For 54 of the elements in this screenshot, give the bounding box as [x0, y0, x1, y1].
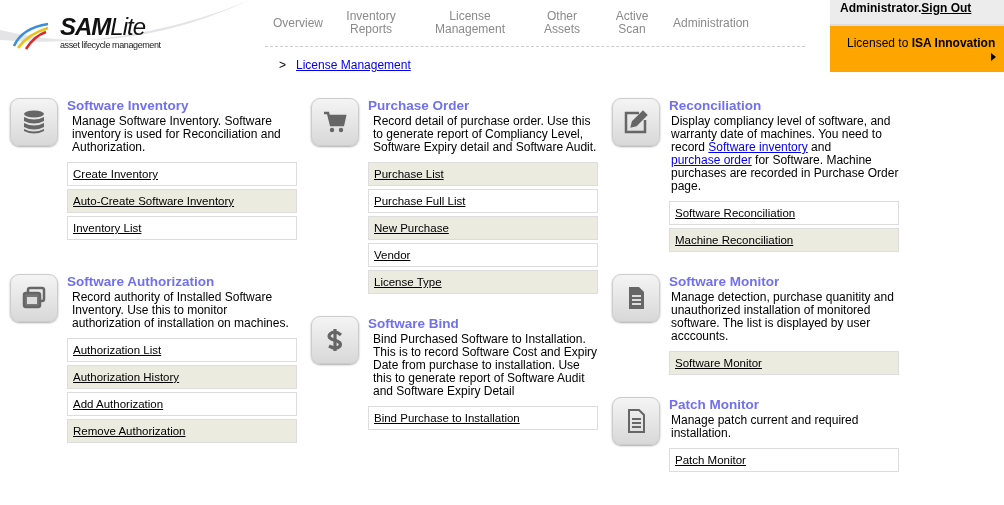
section-description: Manage Software Inventory. Software inventory is used for Reconciliation and Authorization.: [72, 115, 282, 154]
section-title: Reconciliation: [669, 98, 763, 114]
nav-link[interactable]: License Management: [427, 10, 513, 36]
menu-link[interactable]: License Type: [368, 270, 598, 294]
sign-out-link[interactable]: Sign Out: [921, 1, 972, 15]
menu-link[interactable]: Machine Reconciliation: [669, 228, 899, 252]
section-description: Record authority of Installed Software Inventory. Use this to monitor authorization of installation on machines.: [72, 291, 290, 330]
user-name: Administrator.: [840, 1, 922, 15]
section-title: Patch Monitor: [669, 397, 760, 413]
cart-icon: [311, 98, 359, 146]
section-description: Manage detection, purchase quanitity and unauthorized installation of monitored software. The list is displayed by user acccounts.: [671, 291, 895, 343]
logo-tagline: asset lifecycle management: [60, 40, 161, 50]
menu-link[interactable]: Software Reconciliation: [669, 201, 899, 225]
menu-link[interactable]: Add Authorization: [67, 392, 297, 416]
section-title: Software Inventory: [67, 98, 190, 114]
menu-link[interactable]: Bind Purchase to Installation: [368, 406, 598, 430]
license-text: Licensed to ISA Innovation: [847, 36, 996, 50]
inline-link[interactable]: purchase order: [671, 153, 752, 167]
section-title: Purchase Order: [368, 98, 471, 114]
menu-link[interactable]: Authorization History: [67, 365, 297, 389]
menu-link[interactable]: New Purchase: [368, 216, 598, 240]
nav-link[interactable]: Overview: [273, 16, 323, 30]
dollar-icon: [311, 316, 359, 364]
section-description: Manage patch current and required installation.: [671, 414, 860, 440]
page-icon: [612, 397, 660, 445]
menu-link[interactable]: Authorization List: [67, 338, 297, 362]
menu-link[interactable]: Remove Authorization: [67, 419, 297, 443]
database-icon: [10, 98, 58, 146]
menu-link[interactable]: Create Inventory: [67, 162, 297, 186]
menu-link[interactable]: Inventory List: [67, 216, 297, 240]
section-title: Software Monitor: [669, 274, 781, 290]
section-title: Software Bind: [368, 316, 460, 332]
breadcrumb-separator: >: [279, 58, 286, 72]
section-description: Display compliancy level of software, and warranty date of machines. You need to record Software inventory and purchase order for Software. Machine purchases are recorded in Purchase Order page.: [671, 115, 900, 193]
windows-icon: [10, 274, 58, 322]
menu-link[interactable]: Purchase List: [368, 162, 598, 186]
logo-wordmark: SAMLite: [60, 14, 147, 40]
document-icon: [612, 274, 660, 322]
nav-link[interactable]: Administration: [673, 16, 750, 30]
nav-link[interactable]: Inventory Reports: [341, 10, 401, 36]
edit-icon: [612, 98, 660, 146]
nav-link[interactable]: Other Assets: [539, 10, 585, 36]
section-title: Software Authorization: [67, 274, 216, 290]
menu-link[interactable]: Software Monitor: [669, 351, 899, 375]
menu-link[interactable]: Auto-Create Software Inventory: [67, 189, 297, 213]
inline-link[interactable]: Software inventory: [708, 140, 808, 154]
menu-link[interactable]: Purchase Full List: [368, 189, 598, 213]
section-description: Record detail of purchase order. Use this to generate report of Compliancy Level, Software Expiry detail and Software Audit.: [373, 115, 598, 154]
nav-link[interactable]: Active Scan: [609, 10, 655, 36]
breadcrumb-link[interactable]: License Management: [296, 58, 411, 72]
menu-link[interactable]: Vendor: [368, 243, 598, 267]
menu-link[interactable]: Patch Monitor: [669, 448, 899, 472]
expand-arrow-icon[interactable]: [991, 53, 996, 61]
section-description: Bind Purchased Software to Installation. This is to record Software Cost and Expiry Date from purchase to installation. Use this to generate report of Software Audit and Software Expiry Detail: [373, 333, 599, 398]
